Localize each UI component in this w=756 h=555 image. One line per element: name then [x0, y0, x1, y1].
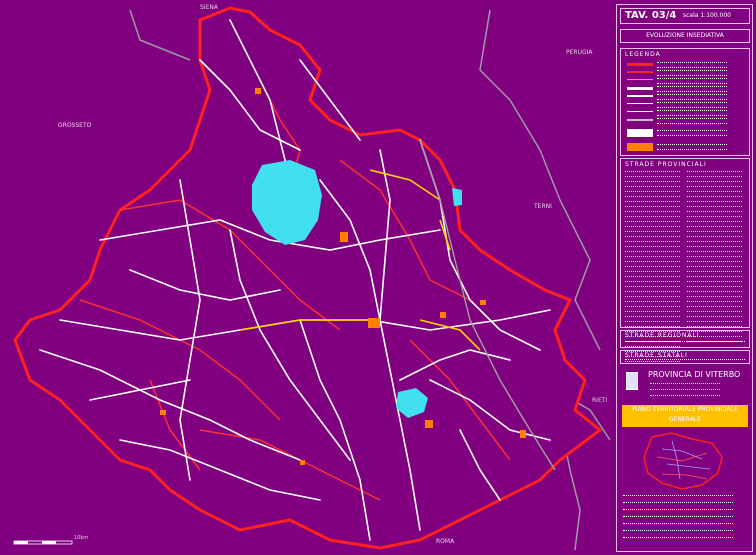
state-roads-box: STRADE STATALI [620, 350, 750, 364]
legend-panel: TAV. 03/4 scala 1:100.000 EVOLUZIONE INS… [616, 4, 753, 552]
place-roma: ROMA [436, 538, 455, 545]
legend-box: LEGENDA [620, 48, 750, 156]
state-roads-title: STRADE STATALI [625, 352, 688, 359]
scale-bar-icon [13, 540, 73, 545]
map-subtitle: EVOLUZIONE INSEDIATIVA [620, 29, 750, 43]
provincial-roads-box: STRADE PROVINCIALI [620, 158, 750, 362]
title-header: TAV. 03/4 scala 1:100.000 [620, 8, 750, 24]
province-map [13, 6, 611, 551]
place-terni: TERNI [534, 203, 552, 210]
regional-roads-title: STRADE REGIONALI [625, 332, 700, 339]
place-grosseto: GROSSETO [58, 122, 92, 129]
province-logo-icon [626, 372, 638, 390]
tav-number: TAV. 03/4 [625, 10, 677, 21]
province-name: PROVINCIA DI VITERBO [648, 370, 741, 379]
map-scale: scala 1:100.000 [683, 12, 732, 19]
place-rieti: RIETI [592, 397, 608, 404]
regional-roads-box: STRADE REGIONALI [620, 330, 750, 348]
tuscany-boundary [129, 9, 191, 61]
road-list-right [687, 171, 742, 346]
place-siena: SIENA [200, 4, 218, 11]
province-border [13, 6, 603, 550]
place-perugia: PERUGIA [566, 49, 593, 56]
overview-minimap [643, 432, 723, 490]
plan-title: PIANO TERRITORIALE PROVINCIALE GENERALE [622, 405, 748, 427]
legend-title: LEGENDA [625, 51, 661, 58]
provincial-roads-title: STRADE PROVINCIALI [625, 161, 707, 168]
scalebar-label: 10km [74, 535, 89, 541]
